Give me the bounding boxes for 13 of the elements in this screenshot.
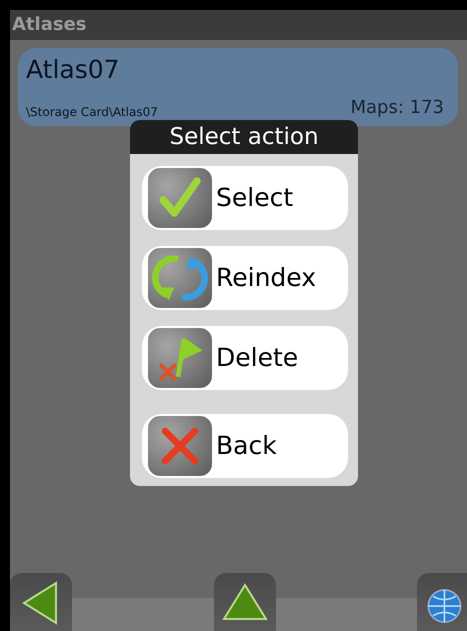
atlas-name: Atlas07 xyxy=(26,54,121,86)
toolbar-button[interactable] xyxy=(417,573,467,631)
dialog-title: Select action xyxy=(130,120,358,154)
action-button[interactable]: Delete xyxy=(142,326,348,390)
action-button[interactable]: Back xyxy=(142,414,348,478)
map-count: Maps: 173 xyxy=(350,96,444,120)
action-button[interactable]: Reindex xyxy=(142,246,348,310)
toolbar-button[interactable] xyxy=(10,573,72,631)
atlas-path: \Storage Card\Atlas07 xyxy=(26,104,158,121)
toolbar-button[interactable] xyxy=(214,573,276,631)
atlas-item[interactable]: Atlas07 \Storage Card\Atlas07 Maps: 173 xyxy=(18,48,458,126)
title-bar: Atlases xyxy=(10,10,467,40)
action-button[interactable]: Select xyxy=(142,166,348,230)
